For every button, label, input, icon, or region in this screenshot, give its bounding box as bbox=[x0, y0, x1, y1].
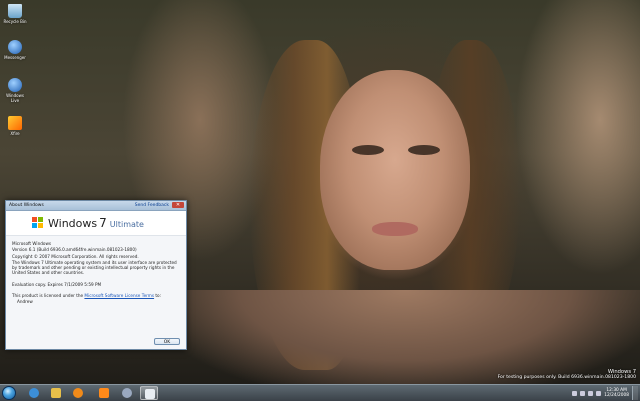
about-windows-dialog: About Windows Send Feedback ✕ Windows 7 Ul… bbox=[5, 200, 187, 350]
explorer-icon bbox=[51, 388, 61, 398]
dialog-title: About Windows bbox=[9, 203, 44, 208]
brand-edition: Ultimate bbox=[109, 220, 144, 229]
taskbar: 12:30 AM 12/24/2008 bbox=[0, 384, 640, 401]
internet-explorer-icon bbox=[29, 388, 39, 398]
xfire-icon bbox=[8, 116, 22, 130]
watermark-build: For testing purposes only. Build 6936.wi… bbox=[497, 375, 636, 380]
taskbar-xfire[interactable] bbox=[95, 386, 113, 400]
evaluation-text: Evaluation copy. Expires 7/1/2009 5:59 P… bbox=[12, 281, 102, 287]
taskbar-explorer[interactable] bbox=[47, 386, 65, 400]
tray-network-icon[interactable] bbox=[588, 390, 594, 396]
steam-icon bbox=[122, 388, 132, 398]
windows-banner: Windows 7 Ultimate bbox=[6, 211, 186, 236]
close-button[interactable]: ✕ bbox=[172, 202, 184, 208]
license-terms-link[interactable]: Microsoft Software License Terms bbox=[84, 293, 154, 298]
taskbar-steam[interactable] bbox=[118, 386, 136, 400]
windows-flag-icon bbox=[32, 217, 44, 229]
clock[interactable]: 12:30 AM 12/24/2008 bbox=[604, 388, 629, 398]
show-desktop-button[interactable] bbox=[632, 386, 638, 400]
media-player-icon bbox=[73, 388, 83, 398]
tray-volume-icon[interactable] bbox=[596, 390, 602, 396]
licensee-name: Andrew bbox=[17, 299, 33, 305]
start-button[interactable] bbox=[2, 386, 16, 400]
license-prefix: This product is licensed under the bbox=[12, 293, 84, 299]
legal-text: The Windows 7 Ultimate operating system … bbox=[12, 259, 177, 276]
wallpaper-eye-left bbox=[352, 145, 384, 155]
tray-up-arrow-icon[interactable] bbox=[572, 390, 578, 396]
desktop-icon-messenger[interactable]: Messenger bbox=[2, 40, 28, 60]
brand-version: 7 bbox=[99, 216, 107, 230]
send-feedback-link[interactable]: Send Feedback bbox=[135, 203, 169, 208]
taskbar-internet-explorer[interactable] bbox=[25, 386, 43, 400]
windows-flag-icon bbox=[145, 389, 155, 399]
desktop-icon-label: Messenger bbox=[4, 55, 26, 60]
tray-flag-icon[interactable] bbox=[580, 390, 586, 396]
taskbar-about-windows[interactable] bbox=[140, 386, 158, 400]
windows-brand: Windows 7 Ultimate bbox=[48, 216, 144, 230]
desktop-icon-label: Recycle Bin bbox=[3, 19, 27, 24]
desktop-icon-label: Windows Live bbox=[6, 93, 24, 103]
brand-windows: Windows bbox=[48, 217, 98, 230]
copyright-line: Copyright © 2007 Microsoft Corporation. … bbox=[12, 253, 139, 259]
build-watermark: Windows 7 For testing purposes only. Bui… bbox=[498, 369, 636, 381]
taskbar-media-player[interactable] bbox=[69, 386, 87, 400]
license-text: This product is licensed under the Micro… bbox=[12, 293, 180, 298]
windows-live-icon bbox=[8, 78, 22, 92]
wallpaper-eye-right bbox=[408, 145, 440, 155]
xfire-icon bbox=[99, 388, 109, 398]
ok-button[interactable]: OK bbox=[154, 338, 180, 345]
wallpaper-lips bbox=[372, 222, 418, 236]
desktop-icon-windows-live[interactable]: Windows Live bbox=[2, 78, 28, 103]
desktop-icon-xfire[interactable]: Xfire bbox=[2, 116, 28, 136]
dialog-body: Microsoft Windows Version 6.1 (Build 693… bbox=[6, 236, 186, 305]
dialog-titlebar[interactable]: About Windows Send Feedback bbox=[6, 201, 186, 211]
version-line: Version 6.1 (Build 6936.0.amd64fre.winma… bbox=[12, 247, 137, 253]
desktop-icon-label: Xfire bbox=[10, 131, 20, 136]
wallpaper-face bbox=[320, 70, 470, 270]
clock-date: 12/24/2008 bbox=[604, 393, 629, 398]
recycle-bin-icon bbox=[8, 4, 22, 18]
desktop-icon-recycle-bin[interactable]: Recycle Bin bbox=[2, 4, 28, 24]
product-name: Microsoft Windows bbox=[12, 241, 52, 246]
system-tray: 12:30 AM 12/24/2008 bbox=[572, 386, 638, 400]
messenger-icon bbox=[8, 40, 22, 54]
license-suffix: to: bbox=[154, 293, 162, 299]
